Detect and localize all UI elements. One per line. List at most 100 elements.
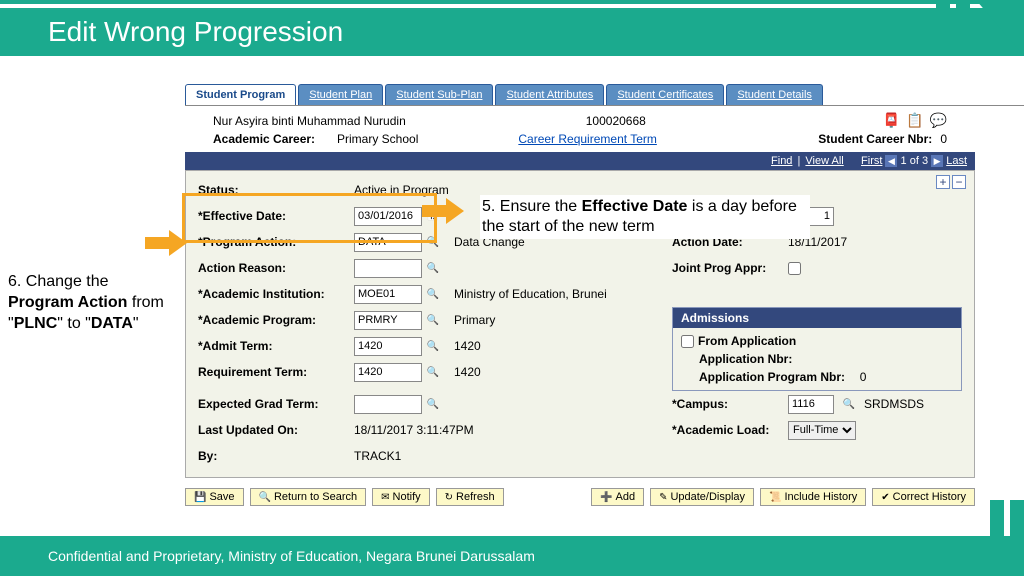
- inst-label: *Academic Institution:: [198, 287, 350, 301]
- correct-icon: ✔: [881, 492, 889, 503]
- lookup-icon[interactable]: 🔍: [426, 261, 440, 275]
- joint-checkbox[interactable]: [788, 262, 801, 275]
- inst-desc: Ministry of Education, Brunei: [454, 287, 607, 301]
- eff-date-input[interactable]: [354, 207, 422, 226]
- inst-input[interactable]: [354, 285, 422, 304]
- lookup-icon[interactable]: 🔍: [426, 397, 440, 411]
- update-icon: ✎: [659, 492, 667, 503]
- req-term-desc: 1420: [454, 365, 481, 379]
- tab-student-certificates[interactable]: Student Certificates: [606, 84, 724, 105]
- page-title: Edit Wrong Progression: [48, 16, 343, 48]
- nav-last[interactable]: Last: [946, 155, 967, 167]
- add-button[interactable]: ➕Add: [591, 488, 644, 506]
- lookup-icon[interactable]: 🔍: [426, 235, 440, 249]
- eff-date-label: *Effective Date:: [198, 209, 350, 223]
- arrow-icon: [422, 198, 464, 224]
- correct-history-button[interactable]: ✔Correct History: [872, 488, 975, 506]
- load-select[interactable]: Full-Time: [788, 421, 856, 440]
- req-term-input[interactable]: [354, 363, 422, 382]
- prog-label: *Academic Program:: [198, 313, 350, 327]
- lookup-icon[interactable]: 🔍: [426, 287, 440, 301]
- admissions-panel: Admissions From Application Application …: [672, 307, 962, 391]
- admissions-header: Admissions: [673, 308, 961, 328]
- footer-text: Confidential and Proprietary, Ministry o…: [48, 548, 535, 564]
- career-value: Primary School: [337, 132, 418, 146]
- tab-student-sub-plan[interactable]: Student Sub-Plan: [385, 84, 493, 105]
- header: Edit Wrong Progression: [0, 0, 1024, 56]
- grad-label: Expected Grad Term:: [198, 397, 350, 411]
- nav-next-icon[interactable]: ▶: [931, 155, 943, 167]
- tab-student-program[interactable]: Student Program: [185, 84, 296, 105]
- nav-prev-icon[interactable]: ◀: [885, 155, 897, 167]
- save-icon: 💾: [194, 492, 206, 503]
- action-reason-label: Action Reason:: [198, 261, 350, 275]
- nav-position: 1 of 3: [901, 155, 929, 167]
- student-name: Nur Asyira binti Muhammad Nurudin: [213, 114, 406, 128]
- notify-icon: ✉: [381, 492, 389, 503]
- tab-student-attributes[interactable]: Student Attributes: [495, 84, 604, 105]
- career-label: Academic Career:: [213, 132, 337, 146]
- student-career-nbr-value: 0: [940, 132, 947, 146]
- career-req-link[interactable]: Career Requirement Term: [518, 132, 657, 146]
- admit-desc: 1420: [454, 339, 481, 353]
- nav-first[interactable]: First: [861, 155, 882, 167]
- prog-action-input[interactable]: [354, 233, 422, 252]
- campus-desc: SRDMSDS: [864, 397, 924, 411]
- by-label: By:: [198, 449, 350, 463]
- campus-input[interactable]: [788, 395, 834, 414]
- search-icon: 🔍: [259, 492, 271, 503]
- prog-input[interactable]: [354, 311, 422, 330]
- joint-label: Joint Prog Appr:: [672, 261, 780, 275]
- lookup-icon[interactable]: 🔍: [426, 313, 440, 327]
- student-career-nbr-label: Student Career Nbr:: [818, 132, 932, 146]
- refresh-icon: ↻: [445, 492, 453, 503]
- comment-icon[interactable]: 💬: [930, 112, 947, 129]
- add-icon: ➕: [600, 492, 612, 503]
- admit-label: *Admit Term:: [198, 339, 350, 353]
- lookup-icon[interactable]: 🔍: [842, 397, 856, 411]
- include-history-button[interactable]: 📜Include History: [760, 488, 866, 506]
- from-app-label: From Application: [698, 334, 796, 348]
- updated-value: 18/11/2017 3:11:47PM: [354, 423, 474, 437]
- tab-student-plan[interactable]: Student Plan: [298, 84, 383, 105]
- button-bar: 💾Save 🔍Return to Search ✉Notify ↻Refresh…: [185, 488, 975, 506]
- return-button[interactable]: 🔍Return to Search: [250, 488, 367, 506]
- tab-bar: Student Program Student Plan Student Sub…: [185, 84, 1024, 106]
- updated-label: Last Updated On:: [198, 423, 350, 437]
- notify-button[interactable]: ✉Notify: [372, 488, 430, 506]
- admit-input[interactable]: [354, 337, 422, 356]
- callout-5: 5. Ensure the Effective Date is a day be…: [480, 195, 810, 239]
- find-link[interactable]: Find: [771, 155, 792, 167]
- app-prog-nbr-value: 0: [860, 370, 867, 384]
- save-button[interactable]: 💾Save: [185, 488, 244, 506]
- add-row-icon[interactable]: +: [936, 175, 950, 189]
- by-value: TRACK1: [354, 449, 401, 463]
- callout-6: 6. Change the Program Action from "PLNC"…: [8, 272, 168, 334]
- action-reason-input[interactable]: [354, 259, 422, 278]
- req-term-label: Requirement Term:: [198, 365, 350, 379]
- app-nbr-label: Application Nbr:: [699, 352, 792, 366]
- from-app-checkbox[interactable]: [681, 335, 694, 348]
- lookup-icon[interactable]: 🔍: [426, 365, 440, 379]
- update-button[interactable]: ✎Update/Display: [650, 488, 754, 506]
- scroll-nav: Find | View All First ◀ 1 of 3 ▶ Last: [185, 152, 975, 170]
- load-label: *Academic Load:: [672, 423, 780, 437]
- grad-input[interactable]: [354, 395, 422, 414]
- status-value: Active in Program: [354, 183, 449, 197]
- worklist-icon[interactable]: 📮: [883, 112, 900, 129]
- delete-row-icon[interactable]: −: [952, 175, 966, 189]
- lookup-icon[interactable]: 🔍: [426, 339, 440, 353]
- prog-action-label: *Program Action:: [198, 235, 350, 249]
- viewall-link[interactable]: View All: [805, 155, 843, 167]
- prog-desc: Primary: [454, 313, 495, 327]
- app-prog-nbr-label: Application Program Nbr:: [699, 370, 845, 384]
- campus-label: *Campus:: [672, 397, 780, 411]
- refresh-button[interactable]: ↻Refresh: [436, 488, 504, 506]
- status-label: Status:: [198, 183, 350, 197]
- history-icon: 📜: [769, 492, 781, 503]
- footer: Confidential and Proprietary, Ministry o…: [0, 536, 1024, 576]
- student-id: 100020668: [586, 114, 646, 128]
- arrow-icon: [145, 230, 187, 256]
- tab-student-details[interactable]: Student Details: [726, 84, 823, 105]
- notepad-icon[interactable]: 📋: [906, 112, 923, 129]
